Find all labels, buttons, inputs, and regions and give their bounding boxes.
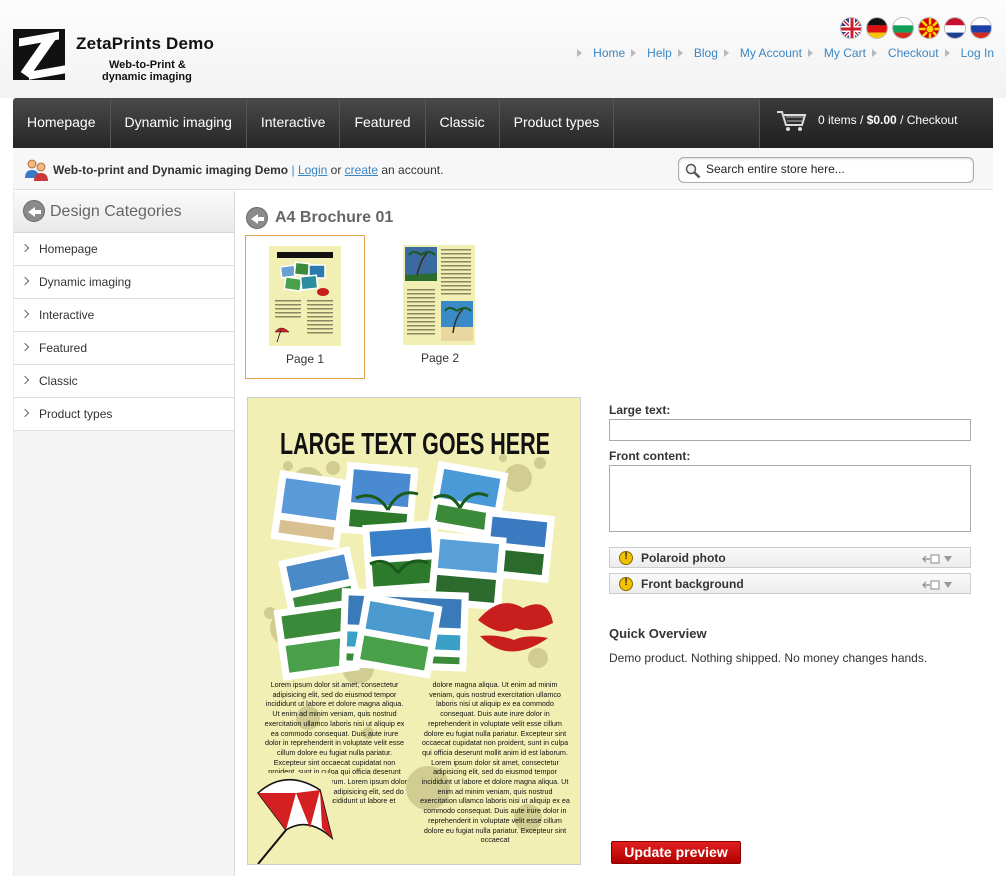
large-text-field[interactable] [609, 419, 971, 441]
quick-overview-title: Quick Overview [609, 626, 707, 641]
mini-cart[interactable]: 0 items / $0.00 / Checkout [759, 98, 993, 148]
main-navigation: Homepage Dynamic imaging Interactive Fea… [13, 98, 993, 148]
category-homepage[interactable]: Homepage [14, 233, 234, 266]
page-1-preview-image [269, 246, 341, 346]
search-icon[interactable] [685, 163, 701, 179]
chevron-right-icon [20, 309, 30, 319]
preview-headline: LARGE TEXT GOES HERE [280, 426, 550, 461]
chevron-right-icon [20, 375, 30, 385]
category-featured[interactable]: Featured [14, 332, 234, 365]
checkout-link[interactable]: Checkout [866, 46, 939, 60]
back-arrow-icon [23, 200, 45, 222]
users-icon [25, 159, 48, 181]
warning-icon [619, 551, 633, 565]
search-input[interactable] [706, 162, 966, 176]
sidebar-header: Design Categories [14, 191, 234, 233]
macedonian-flag-icon[interactable] [918, 17, 940, 39]
english-flag-icon[interactable] [840, 17, 862, 39]
category-interactive[interactable]: Interactive [14, 299, 234, 332]
expand-controls-icon[interactable] [922, 553, 958, 565]
category-product-types[interactable]: Product types [14, 398, 234, 431]
chevron-right-icon [20, 276, 30, 286]
front-background-label: Front background [641, 577, 744, 591]
language-switcher [840, 17, 992, 39]
front-content-field[interactable] [609, 465, 971, 532]
page-2-thumbnail[interactable]: Page 2 [380, 235, 500, 379]
nav-item-product-types[interactable]: Product types [500, 98, 615, 148]
page-1-label: Page 1 [285, 352, 325, 366]
welcome-message: Web-to-print and Dynamic imaging Demo | … [53, 163, 444, 177]
brand-tagline-line-1: Web-to-Print & [109, 59, 186, 71]
blog-link[interactable]: Blog [672, 46, 718, 60]
warning-icon [619, 577, 633, 591]
login-link[interactable]: Log In [939, 46, 994, 60]
top-links: Home Help Blog My Account My Cart Checko… [571, 46, 994, 60]
front-background-selector[interactable]: Front background [609, 573, 971, 594]
page-1-thumbnail[interactable]: Page 1 [245, 235, 365, 379]
my-account-link[interactable]: My Account [718, 46, 802, 60]
cart-item-count: 0 items [818, 113, 857, 127]
page-2-preview-image [403, 245, 475, 345]
german-flag-icon[interactable] [866, 17, 888, 39]
front-content-label: Front content: [609, 449, 691, 463]
welcome-bar: Web-to-print and Dynamic imaging Demo | … [13, 148, 993, 190]
search-box [678, 157, 974, 183]
expand-controls-icon[interactable] [922, 579, 958, 591]
polaroid-photo-selector[interactable]: Polaroid photo [609, 547, 971, 568]
brand-title[interactable]: ZetaPrints Demo [76, 34, 214, 54]
dutch-flag-icon[interactable] [944, 17, 966, 39]
chevron-right-icon [20, 408, 30, 418]
nav-item-interactive[interactable]: Interactive [247, 98, 341, 148]
help-link[interactable]: Help [625, 46, 672, 60]
sidebar-title: Design Categories [50, 203, 182, 220]
create-account-link[interactable]: create [345, 163, 378, 177]
brochure-preview-image: LARGE TEXT GOES HERE Lorem ipsum dolor s… [248, 398, 580, 864]
back-arrow-icon [246, 207, 268, 229]
umbrella-icon [256, 773, 334, 864]
chevron-right-icon [20, 342, 30, 352]
brochure-preview: LARGE TEXT GOES HERE Lorem ipsum dolor s… [247, 397, 581, 865]
home-link[interactable]: Home [571, 46, 625, 60]
brand-tagline: Web-to-Print & dynamic imaging [76, 59, 236, 83]
polaroid-photo-label: Polaroid photo [641, 551, 726, 565]
russian-flag-icon[interactable] [970, 17, 992, 39]
zetaprints-logo-icon[interactable] [13, 29, 65, 80]
shopping-cart-icon [777, 111, 807, 131]
cart-checkout-link[interactable]: / Checkout [897, 113, 957, 127]
large-text-label: Large text: [609, 403, 671, 417]
quick-overview-text: Demo product. Nothing shipped. No money … [609, 651, 928, 665]
welcome-text: Web-to-print and Dynamic imaging Demo [53, 163, 289, 177]
nav-item-featured[interactable]: Featured [340, 98, 426, 148]
nav-item-dynamic-imaging[interactable]: Dynamic imaging [111, 98, 247, 148]
nav-item-classic[interactable]: Classic [426, 98, 500, 148]
chevron-right-icon [20, 243, 30, 253]
preview-body-right: dolore magna aliqua. Ut enim ad minim ve… [420, 680, 570, 845]
site-header: ZetaPrints Demo Web-to-Print & dynamic i… [0, 0, 1006, 98]
bulgarian-flag-icon[interactable] [892, 17, 914, 39]
nav-item-homepage[interactable]: Homepage [13, 98, 111, 148]
page-2-label: Page 2 [420, 351, 460, 365]
brand-tagline-line-2: dynamic imaging [102, 71, 192, 83]
update-preview-button[interactable]: Update preview [611, 841, 741, 864]
sidebar: Design Categories Homepage Dynamic imagi… [13, 191, 235, 876]
product-title: A4 Brochure 01 [275, 209, 394, 226]
welcome-login-link[interactable]: Login [298, 163, 327, 177]
my-cart-link[interactable]: My Cart [802, 46, 866, 60]
category-classic[interactable]: Classic [14, 365, 234, 398]
cart-total: $0.00 [866, 113, 897, 127]
category-dynamic-imaging[interactable]: Dynamic imaging [14, 266, 234, 299]
